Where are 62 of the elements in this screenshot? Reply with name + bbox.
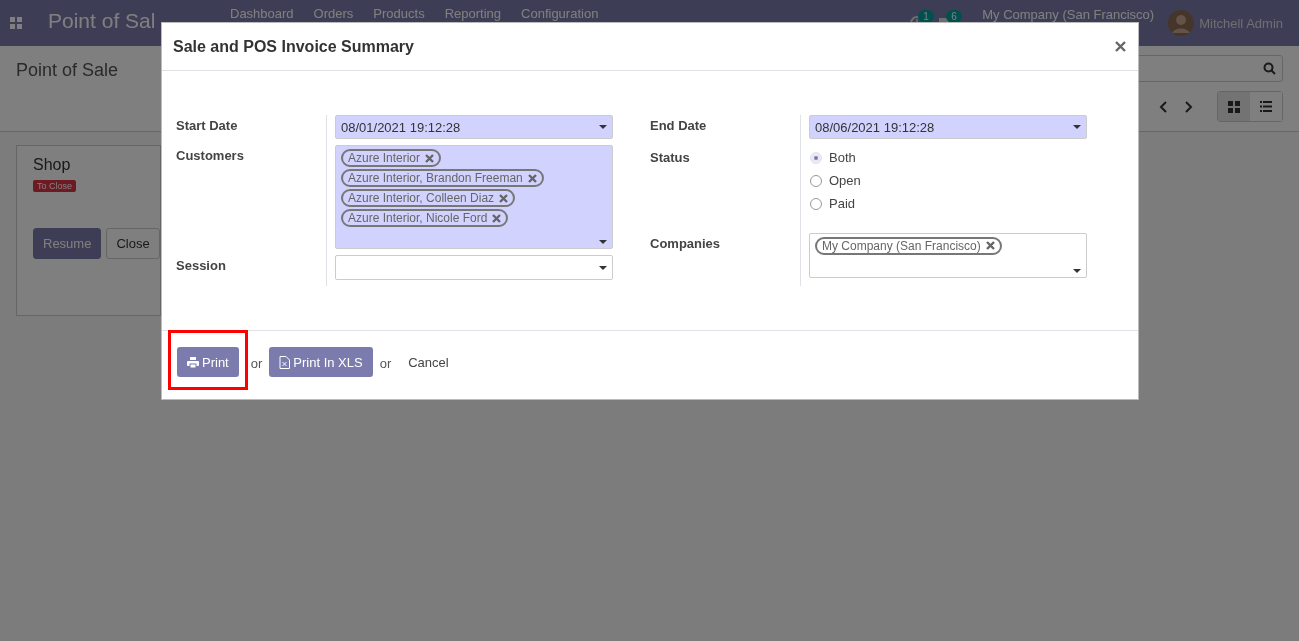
radio-button[interactable] bbox=[810, 197, 822, 210]
date-field[interactable]: 08/06/2021 19:12:28 bbox=[809, 115, 1087, 139]
menu-item[interactable]: Dashboard bbox=[230, 6, 294, 21]
radio-label[interactable]: Both bbox=[829, 150, 856, 166]
caret-icon bbox=[599, 265, 607, 270]
field-label: End Date bbox=[650, 117, 708, 135]
print-button[interactable]: Print bbox=[177, 347, 239, 377]
tags-field[interactable]: My Company (San Francisco) bbox=[809, 232, 1087, 278]
radio-label[interactable]: Paid bbox=[829, 196, 856, 212]
field-label: Customers bbox=[176, 147, 245, 165]
file-icon bbox=[279, 355, 291, 369]
breadcrumb[interactable]: Point of Sale bbox=[16, 60, 119, 81]
menu-item[interactable]: Orders bbox=[313, 6, 354, 21]
caret-icon bbox=[1073, 125, 1081, 129]
tags-field[interactable]: Azure Interior Azure Interior, Brandon Freeman Azure Interior, Colleen Diaz Azure Interior, Nicole Ford bbox=[335, 145, 613, 249]
chevron-left-icon[interactable] bbox=[1159, 100, 1167, 113]
remove-icon[interactable] bbox=[425, 153, 435, 163]
date-field[interactable]: 08/01/2021 19:12:28 bbox=[335, 115, 613, 139]
or-text: or bbox=[379, 355, 392, 371]
chevron-right-icon[interactable] bbox=[1185, 100, 1193, 113]
status-badge: To Close bbox=[33, 180, 76, 192]
tag[interactable]: My Company (San Francisco) bbox=[815, 236, 1002, 255]
radio-label[interactable]: Open bbox=[829, 173, 861, 189]
or-text: or bbox=[250, 355, 263, 371]
remove-icon[interactable] bbox=[527, 173, 537, 183]
kanban-icon bbox=[1228, 100, 1240, 113]
search-icon bbox=[1263, 62, 1276, 75]
remove-icon[interactable] bbox=[492, 213, 502, 223]
field-label: Start Date bbox=[176, 117, 239, 135]
radio-button[interactable] bbox=[810, 174, 822, 187]
close-icon[interactable] bbox=[1115, 41, 1126, 52]
menu-item[interactable]: Configuration bbox=[521, 6, 599, 21]
resume-button[interactable]: Resume bbox=[33, 228, 102, 259]
tag[interactable]: Azure Interior, Colleen Diaz bbox=[341, 189, 516, 207]
kanban-view-button[interactable] bbox=[1218, 92, 1250, 121]
tag[interactable]: Azure Interior bbox=[341, 149, 442, 167]
field-label: Companies bbox=[650, 234, 722, 253]
remove-icon[interactable] bbox=[985, 241, 995, 251]
caret-icon bbox=[1073, 268, 1081, 273]
remove-icon[interactable] bbox=[499, 193, 509, 203]
apps-icon[interactable] bbox=[10, 17, 22, 29]
menu-item[interactable]: Products bbox=[373, 6, 425, 21]
export-button[interactable]: Print In XLS bbox=[269, 347, 373, 377]
tag[interactable]: Azure Interior, Nicole Ford bbox=[341, 209, 509, 227]
list-icon bbox=[1260, 101, 1272, 112]
company-switcher[interactable]: My Company (San Francisco) bbox=[982, 7, 1155, 22]
tag[interactable]: Azure Interior, Brandon Freeman bbox=[341, 169, 544, 187]
printer-icon bbox=[187, 356, 199, 368]
dropdown-field[interactable] bbox=[335, 255, 613, 280]
field-value: 08/01/2021 19:12:28 bbox=[341, 119, 461, 135]
close-button[interactable]: Close bbox=[106, 228, 160, 259]
field-label: Session bbox=[176, 257, 227, 275]
caret-icon bbox=[599, 240, 607, 244]
cancel-link[interactable]: Cancel bbox=[408, 354, 449, 370]
card-title: Shop bbox=[33, 156, 71, 174]
dialog-title: Sale and POS Invoice Summary bbox=[173, 37, 415, 56]
field-label: Status bbox=[650, 149, 691, 168]
caret-icon bbox=[599, 125, 607, 129]
app-name: Point of Sal bbox=[48, 9, 156, 33]
kanban-card[interactable]: Shop To Close Resume Close bbox=[16, 145, 161, 316]
menu-item[interactable]: Reporting bbox=[444, 6, 502, 21]
field-value: 08/06/2021 19:12:28 bbox=[815, 119, 935, 135]
